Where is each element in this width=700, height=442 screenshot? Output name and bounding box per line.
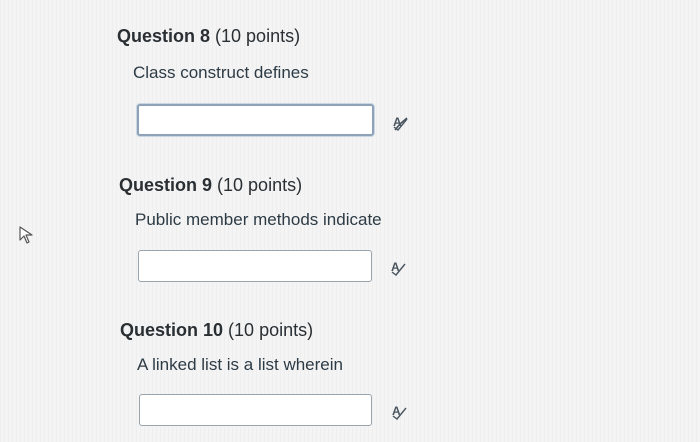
question-prompt: Class construct defines [133, 63, 309, 82]
question-prompt: A linked list is a list wherein [137, 355, 343, 374]
quiz-page: Question 8 (10 points) Class construct d… [0, 0, 700, 442]
question-points: (10 points) [228, 320, 314, 340]
spell-check-icon[interactable]: A [391, 113, 411, 133]
question-number: Question 10 [120, 320, 224, 340]
question-heading: Question 9 (10 points) [119, 175, 302, 196]
answer-input[interactable] [139, 394, 372, 426]
answer-input[interactable] [137, 104, 374, 136]
answer-input[interactable] [138, 250, 372, 282]
question-number: Question 8 [117, 26, 211, 46]
question-number: Question 9 [119, 175, 213, 195]
question-points: (10 points) [217, 175, 303, 195]
question-prompt: Public member methods indicate [135, 210, 382, 229]
question-heading: Question 8 (10 points) [117, 26, 300, 47]
spell-check-icon[interactable]: A [389, 258, 409, 278]
mouse-pointer-icon [19, 226, 33, 244]
question-heading: Question 10 (10 points) [120, 320, 313, 341]
spell-check-icon[interactable]: A [390, 402, 410, 422]
question-points: (10 points) [215, 26, 301, 46]
